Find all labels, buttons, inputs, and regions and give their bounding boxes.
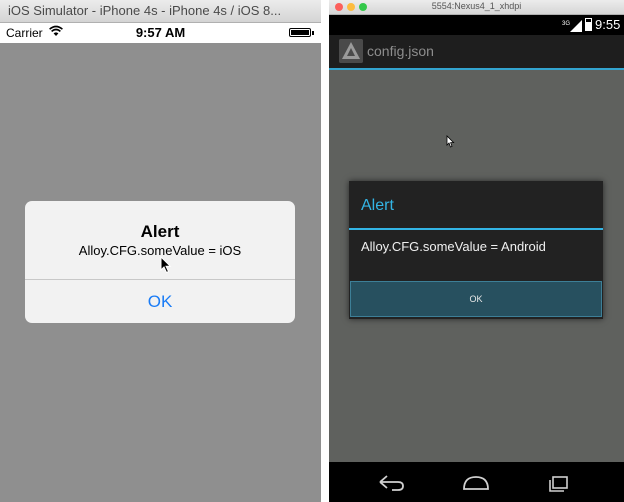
alert-title-divider [349, 228, 603, 230]
ios-window-title: iOS Simulator - iPhone 4s - iPhone 4s / … [8, 3, 282, 18]
back-icon [379, 475, 404, 491]
ios-simulator-window: iOS Simulator - iPhone 4s - iPhone 4s / … [0, 0, 321, 502]
alert-message: Alloy.CFG.someValue = Android [361, 239, 546, 254]
android-emulator-window: 5554:Nexus4_1_xhdpi 3G 9:55 config.json … [329, 0, 624, 502]
ios-status-bar: Carrier 9:57 AM [0, 23, 321, 43]
android-window-title: 5554:Nexus4_1_xhdpi [431, 1, 522, 11]
recents-button[interactable] [542, 470, 576, 494]
alert-ok-button[interactable]: OK [25, 280, 295, 323]
home-button[interactable] [459, 470, 493, 494]
signal-icon: 3G [562, 20, 582, 32]
back-button[interactable] [374, 470, 408, 494]
app-launcher-icon [339, 39, 363, 63]
action-bar-title: config.json [367, 43, 434, 59]
battery-tip [312, 31, 314, 35]
network-type-label: 3G [562, 21, 570, 27]
battery-icon [585, 18, 592, 31]
recents-icon [549, 476, 568, 492]
android-alert-dialog: Alert Alloy.CFG.someValue = Android OK [349, 181, 603, 319]
mouse-pointer-icon [446, 135, 455, 148]
action-bar: config.json [329, 35, 624, 68]
status-time: 9:55 [595, 17, 621, 32]
alert-title: Alert [361, 197, 394, 214]
battery-icon [289, 28, 311, 37]
mouse-cursor-icon [160, 256, 172, 274]
status-time: 9:57 AM [135, 25, 186, 40]
window-gap [321, 0, 329, 502]
alert-title: Alert [140, 222, 180, 241]
android-window-titlebar[interactable]: 5554:Nexus4_1_xhdpi [329, 0, 624, 15]
android-navigation-bar [329, 462, 624, 502]
alert-ok-button[interactable]: OK [350, 281, 602, 317]
android-status-bar: 3G 9:55 [329, 15, 624, 35]
home-icon [463, 476, 489, 490]
ios-window-titlebar[interactable]: iOS Simulator - iPhone 4s - iPhone 4s / … [0, 0, 321, 23]
